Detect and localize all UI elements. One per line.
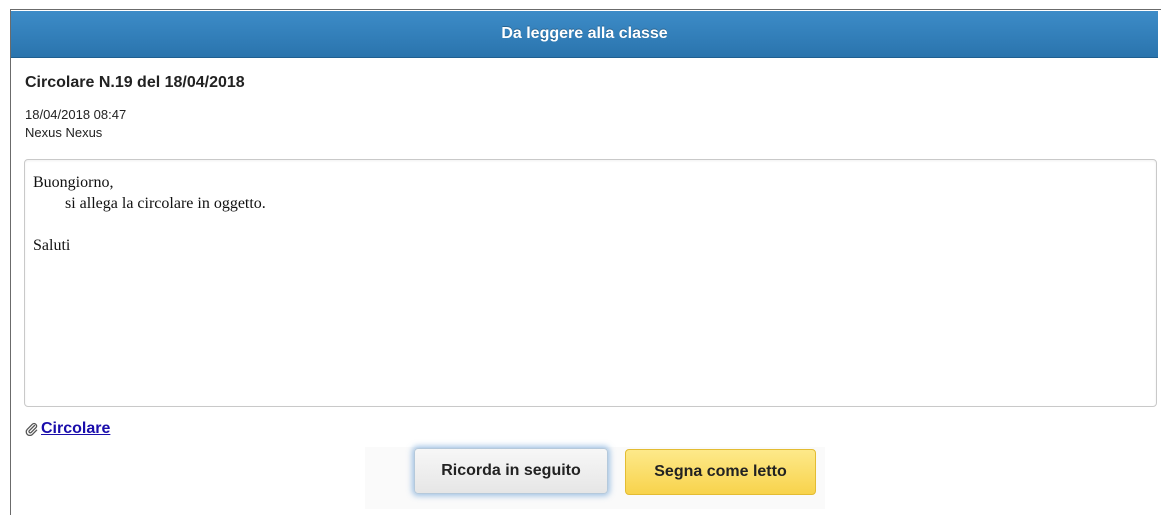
message-datetime: 18/04/2018 08:47 <box>25 107 127 122</box>
paperclip-icon <box>25 422 38 437</box>
message-title: Circolare N.19 del 18/04/2018 <box>25 74 245 91</box>
message-body: Buongiorno, si allega la circolare in og… <box>24 159 1157 407</box>
dialog-title: Da leggere alla classe <box>501 25 668 42</box>
attachment-link[interactable]: Circolare <box>41 420 110 438</box>
remind-later-button[interactable]: Ricorda in seguito <box>414 448 608 494</box>
frame-border-top <box>10 9 1161 10</box>
attachment: Circolare <box>25 420 110 438</box>
dialog-header: Da leggere alla classe <box>11 11 1158 58</box>
mark-as-read-button[interactable]: Segna come letto <box>625 449 816 495</box>
message-author: Nexus Nexus <box>25 125 103 140</box>
frame-border-left <box>10 9 11 515</box>
